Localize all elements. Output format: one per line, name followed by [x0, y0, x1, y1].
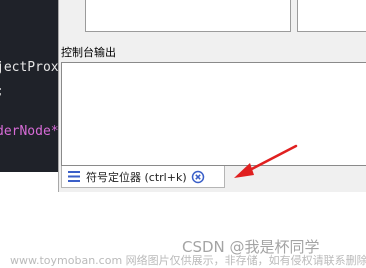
tab-label: 符号定位器 (ctrl+k)	[86, 170, 187, 184]
console-output-label: 控制台输出	[61, 46, 116, 59]
list-icon	[68, 171, 80, 182]
code-line: derNode*	[0, 124, 58, 139]
bottom-tab-bar: 符号定位器 (ctrl+k)	[61, 166, 366, 190]
code-line: jectProx	[0, 60, 58, 75]
console-output-area[interactable]	[61, 62, 366, 166]
top-left-panel	[85, 0, 291, 32]
tab-symbol-locator[interactable]: 符号定位器 (ctrl+k)	[61, 166, 225, 188]
code-line: ;	[0, 84, 4, 99]
close-circle-icon[interactable]	[191, 170, 205, 184]
code-editor: jectProx ; derNode*	[0, 0, 58, 172]
watermark-site: www.toymoban.com 网络图片仅供展示，非存储，如有侵权请联系删除。	[10, 254, 366, 267]
dialog-window: 控制台输出 符号定位器 (ctrl+k)	[58, 0, 366, 192]
top-right-panel	[297, 0, 366, 32]
